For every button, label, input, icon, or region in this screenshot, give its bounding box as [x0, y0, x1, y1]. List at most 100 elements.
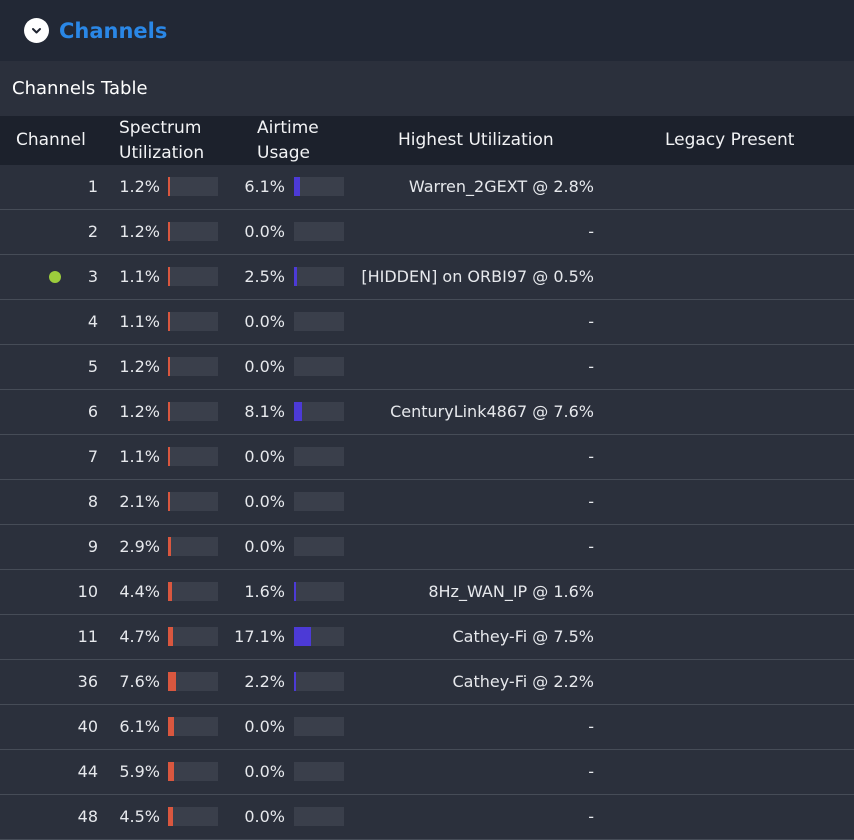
spectrum-utilization-cell: 2.9%	[119, 537, 160, 556]
airtime-usage-bar-fill	[294, 582, 296, 601]
spectrum-utilization-bar-fill	[168, 267, 170, 286]
spectrum-utilization-bar-fill	[168, 492, 171, 511]
table-row[interactable]: 48 4.5% 0.0% -	[0, 795, 854, 840]
table-header: Channel Spectrum Utilization Airtime Usa…	[0, 116, 854, 165]
spectrum-utilization-bar	[168, 807, 218, 826]
table-row[interactable]: 6 1.2% 8.1% CenturyLink4867 @ 7.6%	[0, 390, 854, 435]
channel-cell: 44	[77, 762, 98, 781]
spectrum-utilization-cell: 4.5%	[119, 807, 160, 826]
highest-utilization-cell: -	[588, 357, 594, 376]
spectrum-utilization-cell: 7.6%	[119, 672, 160, 691]
spectrum-utilization-bar-fill	[168, 717, 175, 736]
table-body: 1 1.2% 6.1% Warren_2GEXT @ 2.8% 2 1.2% 0.0% - 3 1…	[0, 165, 854, 840]
highest-utilization-cell: Cathey-Fi @ 7.5%	[452, 627, 595, 646]
spectrum-utilization-bar	[168, 312, 218, 331]
spectrum-utilization-bar-fill	[168, 402, 170, 421]
highest-utilization-cell: Warren_2GEXT @ 2.8%	[408, 177, 594, 196]
spectrum-utilization-bar-fill	[168, 222, 170, 241]
table-row[interactable]: 5 1.2% 0.0% -	[0, 345, 854, 390]
highest-utilization-cell: -	[588, 537, 594, 556]
highest-utilization-cell: -	[588, 447, 594, 466]
spectrum-utilization-cell: 4.4%	[119, 582, 160, 601]
highest-utilization-cell: [HIDDEN] on ORBI97 @ 0.5%	[361, 267, 594, 286]
highest-utilization-cell: -	[588, 807, 594, 826]
spectrum-utilization-bar-fill	[168, 807, 173, 826]
spectrum-utilization-bar	[168, 177, 218, 196]
table-row[interactable]: 44 5.9% 0.0% -	[0, 750, 854, 795]
highest-utilization-cell: 8Hz_WAN_IP @ 1.6%	[428, 582, 594, 601]
spectrum-utilization-cell: 1.2%	[119, 177, 160, 196]
spectrum-utilization-cell: 2.1%	[119, 492, 160, 511]
column-header-legacy-present[interactable]: Legacy Present	[665, 128, 794, 153]
spectrum-utilization-bar-fill	[168, 312, 170, 331]
channel-cell: 3	[87, 267, 98, 286]
spectrum-utilization-bar	[168, 447, 218, 466]
spectrum-utilization-bar	[168, 492, 218, 511]
airtime-usage-bar-fill	[294, 672, 297, 691]
spectrum-utilization-bar-fill	[168, 582, 173, 601]
table-row[interactable]: 10 4.4% 1.6% 8Hz_WAN_IP @ 1.6%	[0, 570, 854, 615]
airtime-usage-cell: 1.6%	[244, 582, 285, 601]
spectrum-utilization-cell: 1.1%	[119, 312, 160, 331]
spectrum-utilization-cell: 1.2%	[119, 357, 160, 376]
table-row[interactable]: 2 1.2% 0.0% -	[0, 210, 854, 255]
column-header-airtime-line1: Airtime	[257, 118, 319, 138]
spectrum-utilization-bar-fill	[168, 447, 170, 466]
channel-cell: 8	[87, 492, 98, 511]
airtime-usage-cell: 2.2%	[244, 672, 285, 691]
spectrum-utilization-bar-fill	[168, 672, 176, 691]
table-row[interactable]: 3 1.1% 2.5% [HIDDEN] on ORBI97 @ 0.5%	[0, 255, 854, 300]
table-row[interactable]: 11 4.7% 17.1% Cathey-Fi @ 7.5%	[0, 615, 854, 660]
spectrum-utilization-bar-fill	[168, 762, 174, 781]
airtime-usage-bar-fill	[294, 267, 297, 286]
airtime-usage-cell: 0.0%	[244, 492, 285, 511]
channel-cell: 7	[87, 447, 98, 466]
airtime-usage-cell: 2.5%	[244, 267, 285, 286]
column-header-spectrum-line1: Spectrum	[119, 118, 202, 138]
spectrum-utilization-bar	[168, 627, 218, 646]
table-row[interactable]: 1 1.2% 6.1% Warren_2GEXT @ 2.8%	[0, 165, 854, 210]
airtime-usage-cell: 6.1%	[244, 177, 285, 196]
column-header-spectrum-line2: Utilization	[119, 143, 205, 163]
table-row[interactable]: 40 6.1% 0.0% -	[0, 705, 854, 750]
spectrum-utilization-bar	[168, 222, 218, 241]
column-header-airtime[interactable]: Airtime Usage	[257, 116, 319, 166]
highest-utilization-cell: -	[588, 717, 594, 736]
table-row[interactable]: 8 2.1% 0.0% -	[0, 480, 854, 525]
channel-cell: 9	[87, 537, 98, 556]
airtime-usage-cell: 0.0%	[244, 222, 285, 241]
spectrum-utilization-bar	[168, 267, 218, 286]
spectrum-utilization-cell: 1.1%	[119, 267, 160, 286]
spectrum-utilization-cell: 6.1%	[119, 717, 160, 736]
spectrum-utilization-bar	[168, 357, 218, 376]
spectrum-utilization-cell: 4.7%	[119, 627, 160, 646]
spectrum-utilization-bar	[168, 717, 218, 736]
channel-cell: 2	[87, 222, 98, 241]
collapse-button[interactable]	[24, 18, 49, 43]
highest-utilization-cell: Cathey-Fi @ 2.2%	[452, 672, 595, 691]
spectrum-utilization-bar-fill	[168, 537, 171, 556]
spectrum-utilization-bar	[168, 537, 218, 556]
column-header-highest-utilization[interactable]: Highest Utilization	[398, 128, 554, 153]
airtime-usage-cell: 0.0%	[244, 807, 285, 826]
column-header-channel[interactable]: Channel	[16, 128, 86, 153]
table-row[interactable]: 7 1.1% 0.0% -	[0, 435, 854, 480]
channel-cell: 36	[77, 672, 98, 691]
spectrum-utilization-bar-fill	[168, 627, 173, 646]
airtime-usage-cell: 0.0%	[244, 762, 285, 781]
airtime-usage-cell: 17.1%	[234, 627, 285, 646]
table-row[interactable]: 4 1.1% 0.0% -	[0, 300, 854, 345]
highest-utilization-cell: -	[588, 492, 594, 511]
spectrum-utilization-bar	[168, 402, 218, 421]
spectrum-utilization-bar	[168, 672, 218, 691]
highest-utilization-cell: -	[588, 312, 594, 331]
spectrum-utilization-cell: 1.1%	[119, 447, 160, 466]
table-row[interactable]: 36 7.6% 2.2% Cathey-Fi @ 2.2%	[0, 660, 854, 705]
table-row[interactable]: 9 2.9% 0.0% -	[0, 525, 854, 570]
highest-utilization-cell: -	[588, 222, 594, 241]
column-header-spectrum[interactable]: Spectrum Utilization	[119, 116, 204, 166]
highest-utilization-cell: -	[588, 762, 594, 781]
airtime-usage-cell: 0.0%	[244, 447, 285, 466]
section-title[interactable]: Channels	[59, 17, 167, 45]
spectrum-utilization-bar	[168, 582, 218, 601]
